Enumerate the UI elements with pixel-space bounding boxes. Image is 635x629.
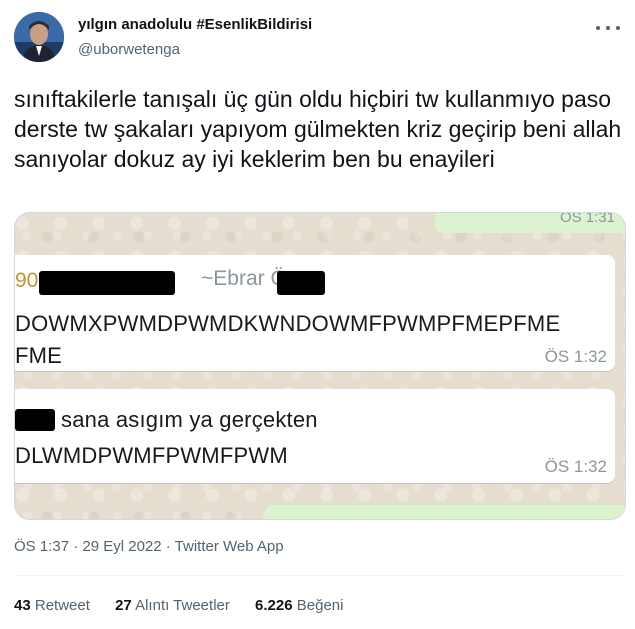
more-dot (596, 26, 600, 30)
quotes-label: Alıntı Tweetler (135, 597, 230, 614)
chat-message-1: 90 ~Ebrar Ö DOWMXPWMDPWMDKWNDOWMFPWMPFME… (15, 255, 615, 371)
tweet-meta[interactable]: ÖS 1:37 · 29 Eyl 2022 · Twitter Web App (14, 538, 284, 555)
tweet-text: sınıftakilerle tanışalı üç gün oldu hiçb… (14, 86, 622, 172)
retweets-label: Retweet (34, 597, 90, 614)
avatar[interactable] (14, 12, 64, 62)
author-name[interactable]: yılgın anadolulu #EsenlikBildirisi (78, 16, 312, 33)
more-dot (616, 26, 620, 30)
likes-label: Beğeni (296, 597, 344, 614)
tweet-stats: 43 Retweet 27 Alıntı Tweetler 6.226 Beğe… (14, 597, 364, 614)
tweet-header: yılgın anadolulu #EsenlikBildirisi @ubor… (14, 12, 624, 68)
redaction-bar (15, 409, 55, 431)
message-line: sana asıgım ya gerçekten (61, 407, 318, 432)
message-timestamp: ÖS 1:32 (544, 347, 607, 366)
likes-stat[interactable]: 6.226 Beğeni (255, 597, 343, 614)
message-line: DLWMDPWMFPWMFPWM (15, 443, 288, 468)
chat-message-2: sana asıgım ya gerçekten DLWMDPWMFPWMFPW… (15, 389, 615, 483)
redaction-bar (277, 271, 325, 295)
retweets-stat[interactable]: 43 Retweet (14, 597, 90, 614)
likes-count: 6.226 (255, 597, 293, 614)
retweets-count: 43 (14, 597, 31, 614)
author-handle[interactable]: @uborwetenga (78, 41, 180, 58)
sender-name: ~Ebrar Ö (201, 267, 287, 290)
avatar-image (14, 12, 64, 62)
tweet-media-image[interactable]: ÖS 1:31 90 ~Ebrar Ö DOWMXPWMDPWMDKWNDOWM… (14, 212, 626, 520)
outgoing-bubble-bottom (265, 505, 625, 519)
quotes-stat[interactable]: 27 Alıntı Tweetler (115, 597, 230, 614)
divider (14, 575, 626, 576)
top-timestamp: ÖS 1:31 (559, 212, 615, 226)
more-horizontal-icon[interactable] (596, 18, 620, 38)
sender-number: 90 (15, 269, 39, 292)
redaction-bar (39, 271, 175, 295)
message-line: DOWMXPWMDPWMDKWNDOWMFPWMPFMEPFME (15, 311, 561, 336)
message-line: FME (15, 343, 63, 368)
message-timestamp: ÖS 1:32 (544, 457, 607, 476)
quotes-count: 27 (115, 597, 132, 614)
more-dot (606, 26, 610, 30)
